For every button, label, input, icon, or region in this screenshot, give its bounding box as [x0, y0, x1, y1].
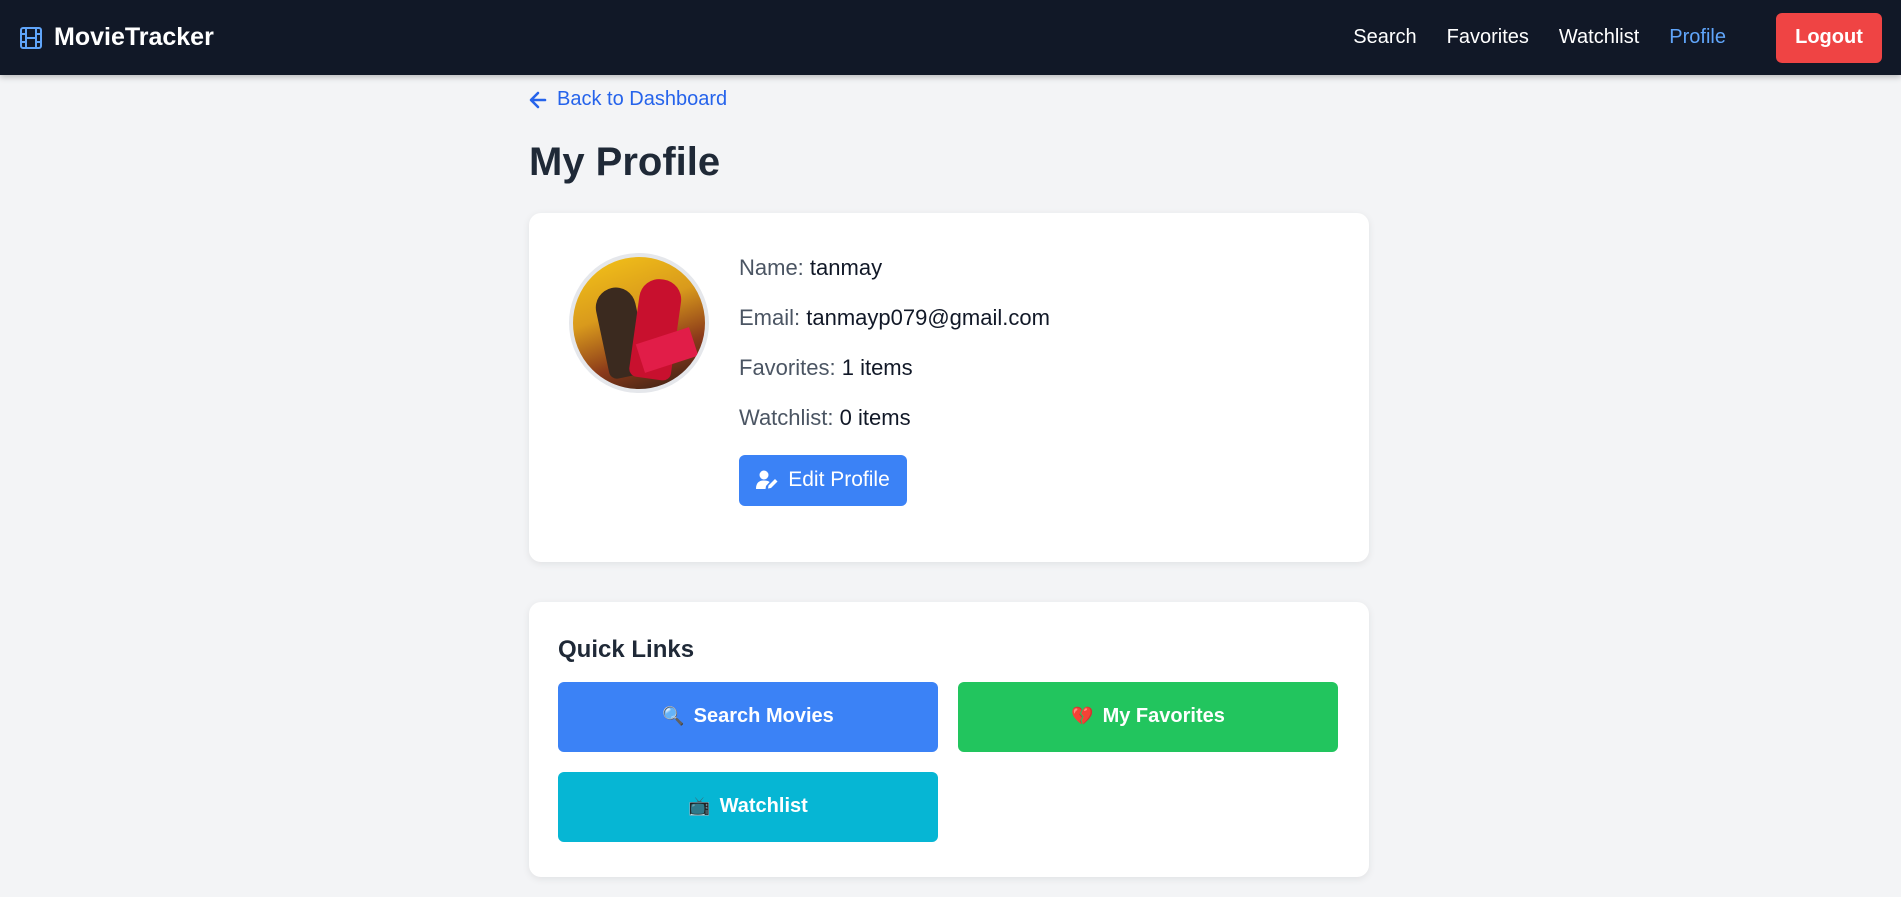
edit-profile-label: Edit Profile: [788, 468, 890, 491]
name-label: Name:: [739, 254, 804, 280]
search-movies-label: Search Movies: [693, 705, 834, 727]
watchlist-button[interactable]: 📺 Watchlist: [558, 771, 938, 842]
brand-name: MovieTracker: [54, 23, 214, 51]
my-favorites-button[interactable]: 💔 My Favorites: [958, 681, 1338, 752]
email-label: Email:: [739, 304, 801, 330]
page-title: My Profile: [529, 139, 721, 184]
quick-links-grid: 🔍 Search Movies 💔 My Favorites 📺 Watchli…: [558, 681, 1339, 842]
profile-watchlist-row: Watchlist: 0 items: [739, 403, 1050, 453]
profile-info: Name: tanmay Email: tanmayp079@gmail.com…: [739, 253, 1050, 506]
film-icon: [19, 26, 43, 50]
watchlist-label: Watchlist: [719, 795, 808, 817]
favorites-label: Favorites:: [739, 354, 836, 380]
arrow-left-icon: [529, 91, 547, 109]
profile-name-row: Name: tanmay: [739, 253, 1050, 303]
magnifier-icon: 🔍: [662, 706, 685, 727]
my-favorites-label: My Favorites: [1102, 705, 1225, 727]
brand-logo[interactable]: MovieTracker: [19, 23, 214, 52]
main-content: Back to Dashboard My Profile Name: tanma…: [529, 75, 1369, 877]
nav-link-profile[interactable]: Profile: [1669, 26, 1726, 49]
back-link-label: Back to Dashboard: [557, 88, 728, 110]
profile-email-row: Email: tanmayp079@gmail.com: [739, 303, 1050, 353]
edit-profile-button[interactable]: Edit Profile: [739, 454, 907, 506]
profile-card: Name: tanmay Email: tanmayp079@gmail.com…: [529, 212, 1369, 562]
name-value: tanmay: [809, 254, 883, 280]
nav-link-favorites[interactable]: Favorites: [1447, 26, 1529, 49]
avatar: [569, 252, 709, 393]
back-to-dashboard-link[interactable]: Back to Dashboard: [529, 88, 727, 111]
nav-links: Search Favorites Watchlist Profile Logou…: [1323, 12, 1882, 63]
profile-favorites-row: Favorites: 1 items: [739, 353, 1050, 403]
search-movies-button[interactable]: 🔍 Search Movies: [558, 681, 938, 752]
nav-link-watchlist[interactable]: Watchlist: [1559, 26, 1639, 49]
watchlist-count: 0 items: [839, 404, 911, 430]
logout-button[interactable]: Logout: [1776, 12, 1882, 63]
nav-link-search[interactable]: Search: [1353, 26, 1416, 49]
tv-icon: 📺: [688, 796, 711, 817]
quick-links-title: Quick Links: [558, 635, 695, 663]
user-edit-icon: [756, 470, 778, 490]
email-value: tanmayp079@gmail.com: [806, 304, 1050, 330]
favorites-count: 1 items: [841, 354, 913, 380]
top-navbar: MovieTracker Search Favorites Watchlist …: [0, 0, 1901, 75]
watchlist-label: Watchlist:: [739, 404, 834, 430]
broken-heart-icon: 💔: [1071, 706, 1094, 727]
quick-links-card: Quick Links 🔍 Search Movies 💔 My Favorit…: [529, 601, 1369, 877]
